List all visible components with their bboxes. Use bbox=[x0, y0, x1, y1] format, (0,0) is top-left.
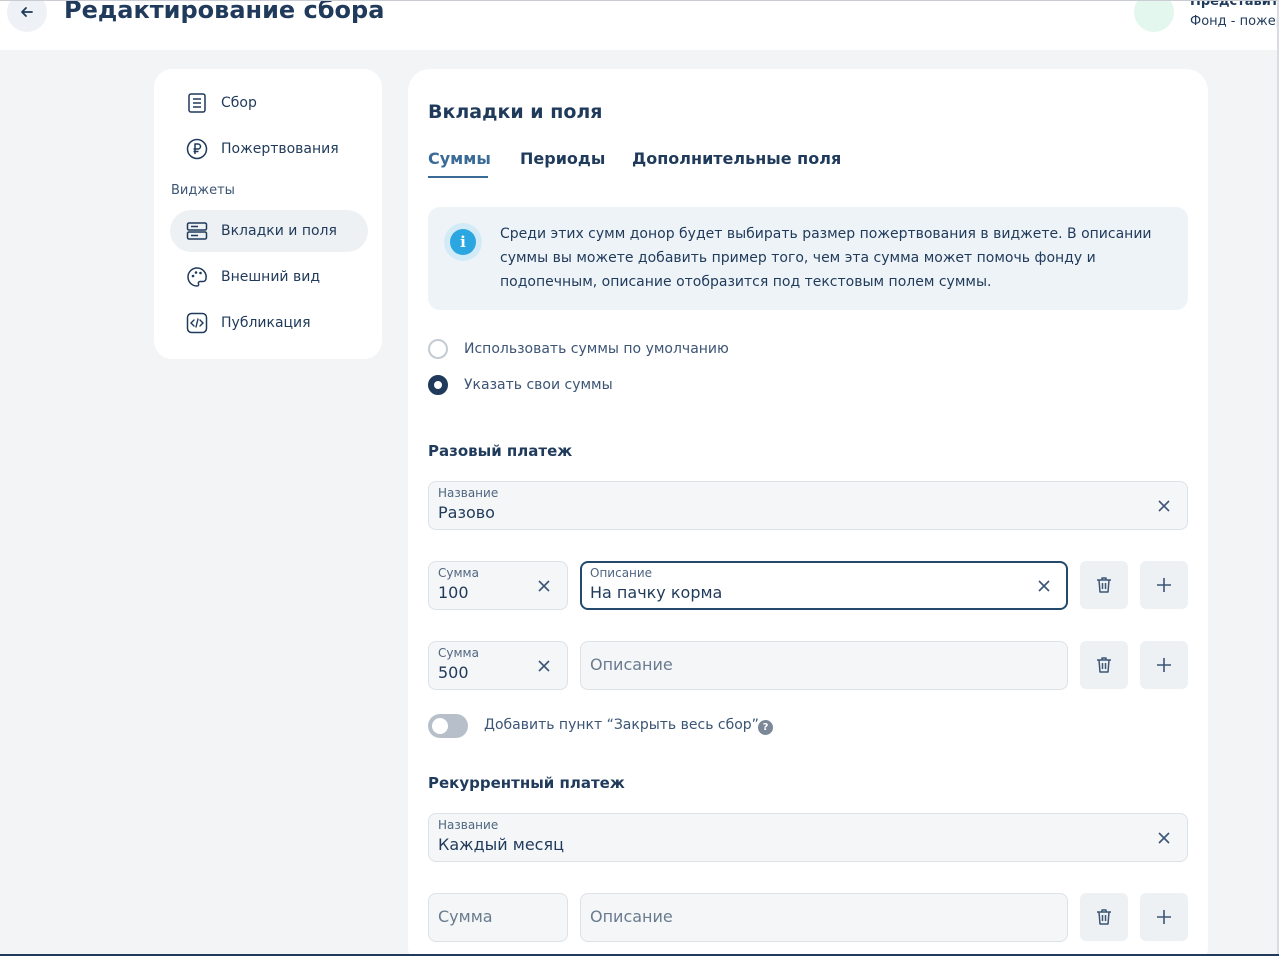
sidebar-item-publication[interactable]: Публикация bbox=[170, 302, 368, 344]
field-label: Название bbox=[438, 818, 499, 832]
delete-button[interactable] bbox=[1080, 893, 1128, 941]
description-field[interactable]: Описание bbox=[580, 641, 1068, 690]
info-box: i Среди этих сумм донор будет выбирать р… bbox=[428, 207, 1188, 310]
recurring-title: Рекуррентный платеж bbox=[428, 774, 625, 792]
add-button[interactable] bbox=[1140, 641, 1188, 689]
add-button[interactable] bbox=[1140, 561, 1188, 609]
sidebar-item-collection[interactable]: Сбор bbox=[170, 82, 368, 124]
tab-sums[interactable]: Суммы bbox=[428, 149, 491, 168]
close-icon[interactable] bbox=[534, 576, 554, 596]
page-title: Редактирование сбора bbox=[64, 0, 385, 24]
close-icon[interactable] bbox=[534, 656, 554, 676]
field-label: Сумма bbox=[438, 566, 479, 580]
layout-icon bbox=[186, 220, 208, 242]
field-value: Каждый месяц bbox=[438, 835, 564, 854]
close-icon[interactable] bbox=[1034, 576, 1054, 596]
arrow-left-icon bbox=[21, 7, 33, 17]
one-time-title: Разовый платеж bbox=[428, 442, 573, 460]
trash-icon bbox=[1097, 909, 1111, 925]
user-org: Фонд - пожерт bbox=[1190, 14, 1279, 29]
toggle-knob bbox=[432, 718, 448, 734]
sidebar: Сбор Пожертвования Виджеты Вкладки и пол… bbox=[154, 69, 382, 359]
add-button[interactable] bbox=[1140, 893, 1188, 941]
sidebar-item-label: Сбор bbox=[221, 95, 257, 111]
sidebar-item-label: Публикация bbox=[221, 315, 311, 331]
back-button[interactable] bbox=[7, 0, 47, 32]
field-placeholder: Сумма bbox=[438, 907, 493, 926]
field-label: Сумма bbox=[438, 646, 479, 660]
radio-label: Указать свои суммы bbox=[464, 377, 613, 393]
one-time-name-field[interactable]: Название Разово bbox=[428, 481, 1188, 530]
sum-field[interactable]: Сумма bbox=[428, 893, 568, 942]
sidebar-item-label: Внешний вид bbox=[221, 269, 321, 285]
field-placeholder: Описание bbox=[590, 907, 673, 926]
close-all-toggle[interactable] bbox=[428, 714, 468, 738]
close-icon[interactable] bbox=[1154, 828, 1174, 848]
sidebar-item-appearance[interactable]: Внешний вид bbox=[170, 256, 368, 298]
radio-button[interactable] bbox=[428, 339, 448, 359]
description-field[interactable]: Описание На пачку корма bbox=[580, 561, 1068, 610]
close-icon[interactable] bbox=[1154, 496, 1174, 516]
sum-field[interactable]: Сумма 100 bbox=[428, 561, 568, 610]
delete-button[interactable] bbox=[1080, 641, 1128, 689]
field-value: 100 bbox=[438, 583, 469, 602]
toggle-label: Добавить пункт “Закрыть весь сбор” bbox=[484, 717, 759, 733]
field-label: Описание bbox=[590, 566, 653, 580]
section-title: Вкладки и поля bbox=[428, 101, 603, 123]
field-placeholder: Описание bbox=[590, 655, 673, 674]
plus-icon bbox=[1157, 658, 1171, 672]
radio-default-sums[interactable]: Использовать суммы по умолчанию bbox=[428, 339, 729, 359]
top-header: Редактирование сбора Представит Фонд - п… bbox=[0, 0, 1279, 50]
info-text: Среди этих сумм донор будет выбирать раз… bbox=[500, 226, 1152, 290]
sidebar-item-label: Вкладки и поля bbox=[221, 223, 337, 239]
radio-button-checked[interactable] bbox=[428, 375, 448, 395]
description-field[interactable]: Описание bbox=[580, 893, 1068, 942]
main-card: Вкладки и поля Суммы Периоды Дополнитель… bbox=[408, 69, 1208, 956]
sum-field[interactable]: Сумма 500 bbox=[428, 641, 568, 690]
delete-button[interactable] bbox=[1080, 561, 1128, 609]
radio-custom-sums[interactable]: Указать свои суммы bbox=[428, 375, 613, 395]
info-icon: i bbox=[444, 223, 482, 261]
trash-icon bbox=[1097, 577, 1111, 593]
field-value: На пачку корма bbox=[590, 583, 723, 602]
receipt-icon bbox=[186, 92, 208, 114]
palette-icon bbox=[186, 266, 208, 288]
code-icon bbox=[186, 312, 208, 334]
sidebar-item-label: Пожертвования bbox=[221, 141, 339, 157]
avatar[interactable] bbox=[1134, 0, 1174, 32]
sidebar-item-tabs-fields[interactable]: Вкладки и поля bbox=[170, 210, 368, 252]
top-divider bbox=[0, 0, 1279, 1]
user-name[interactable]: Представит bbox=[1190, 0, 1278, 9]
field-value: Разово bbox=[438, 503, 495, 522]
field-value: 500 bbox=[438, 663, 469, 682]
recurring-name-field[interactable]: Название Каждый месяц bbox=[428, 813, 1188, 862]
sidebar-item-donations[interactable]: Пожертвования bbox=[170, 128, 368, 170]
sidebar-section-label: Виджеты bbox=[171, 183, 235, 198]
radio-label: Использовать суммы по умолчанию bbox=[464, 341, 729, 357]
help-icon[interactable]: ? bbox=[758, 720, 773, 735]
tab-periods[interactable]: Периоды bbox=[520, 149, 605, 168]
tab-active-indicator bbox=[428, 176, 488, 178]
plus-icon bbox=[1157, 578, 1171, 592]
tab-additional-fields[interactable]: Дополнительные поля bbox=[632, 149, 841, 168]
trash-icon bbox=[1097, 657, 1111, 673]
plus-icon bbox=[1157, 910, 1171, 924]
ruble-icon bbox=[186, 138, 208, 160]
field-label: Название bbox=[438, 486, 499, 500]
